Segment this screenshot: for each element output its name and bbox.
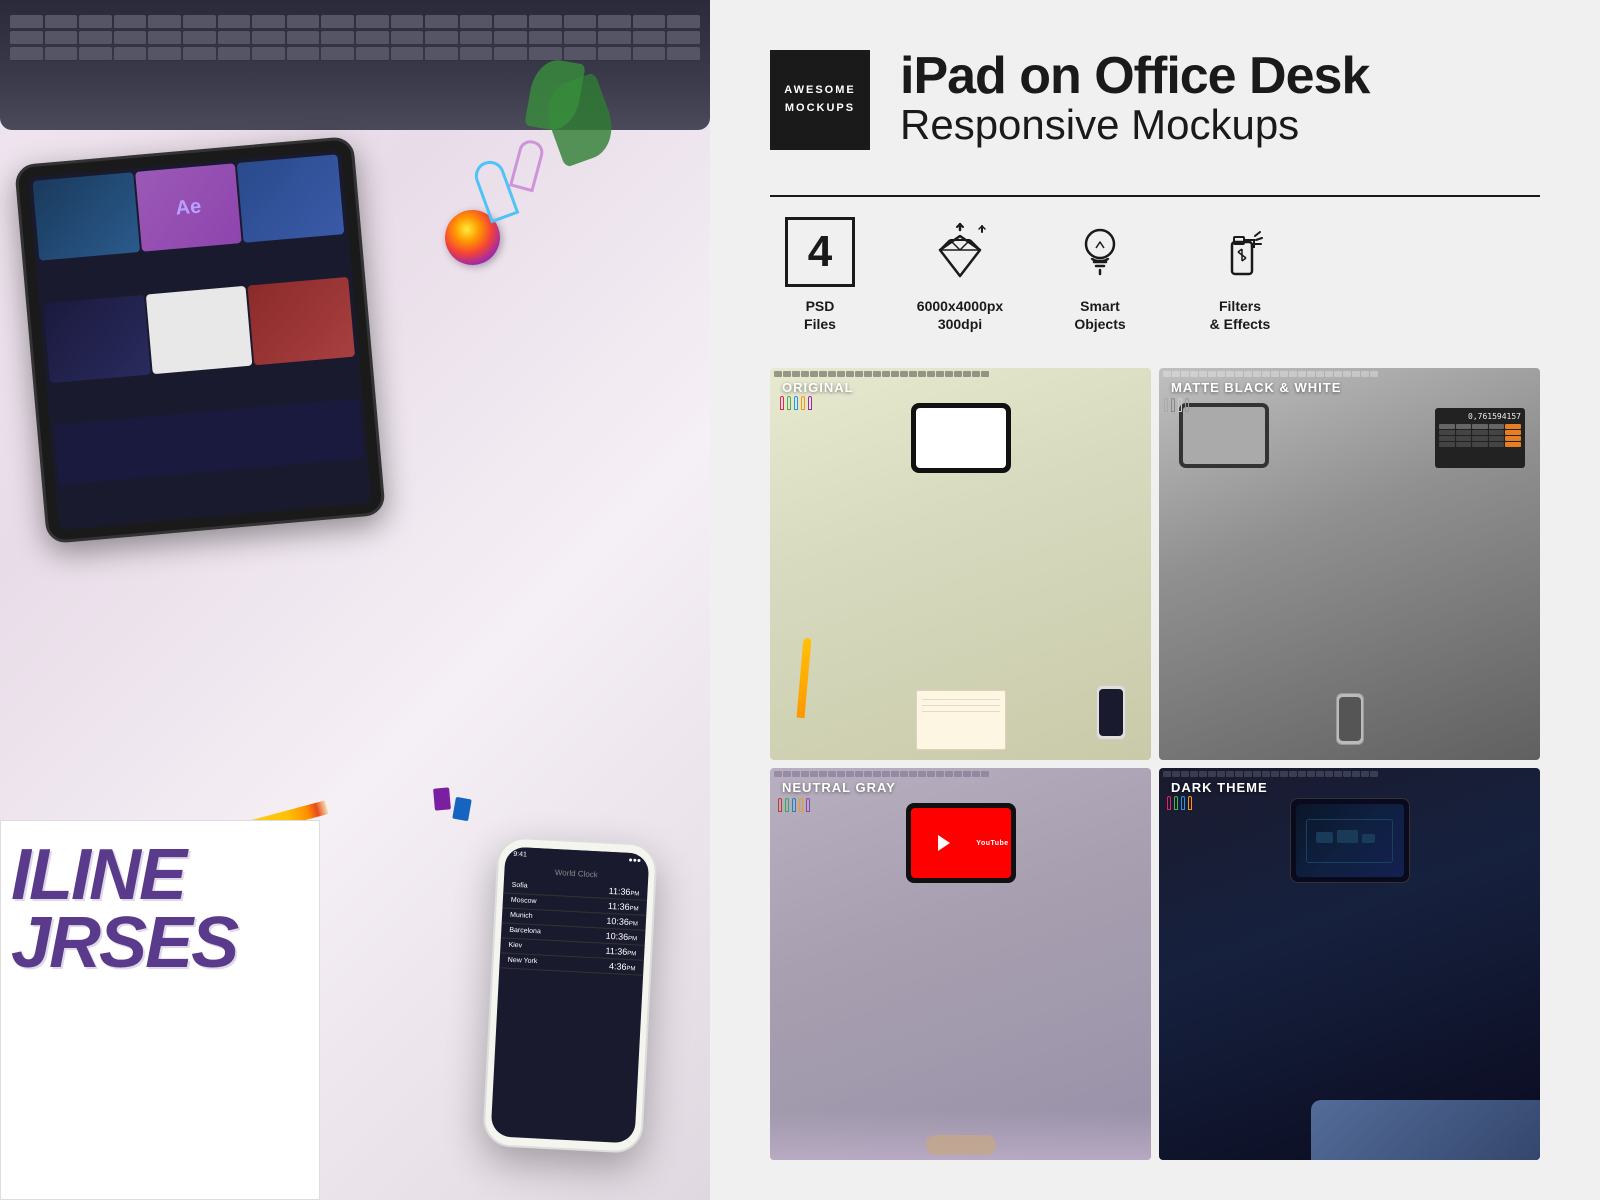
mini-phone-original — [1096, 685, 1126, 740]
phone-mockup: 9:41 ●●● World Clock Sofia 11:36PM Mosco… — [482, 836, 658, 1154]
product-header: AWESOMEMOCKUPS iPad on Office Desk Respo… — [770, 50, 1540, 150]
feature-smart: SmartObjects — [1050, 217, 1150, 333]
feature-smart-label: SmartObjects — [1074, 297, 1125, 333]
preview-dark-label: DARK THEME — [1171, 780, 1268, 795]
product-title-main: iPad on Office Desk — [900, 50, 1540, 102]
feature-filters: Filters& Effects — [1190, 217, 1290, 333]
notepad-decoration: ILINEJRSES — [0, 820, 320, 1200]
bottle-icon — [1205, 217, 1275, 287]
feature-resolution-label: 6000x4000px300dpi — [917, 297, 1003, 333]
preview-grid: ORIGINAL — [770, 368, 1540, 1160]
feature-filters-label: Filters& Effects — [1210, 297, 1271, 333]
left-hero-panel: Ae ILINEJRSES 9:41 ●●● — [0, 0, 710, 1200]
lightbulb-icon — [1065, 217, 1135, 287]
preview-original-label: ORIGINAL — [782, 380, 854, 395]
features-row: 4 PSDFiles — [770, 217, 1540, 333]
diamond-icon — [925, 217, 995, 287]
paperclip-purple — [509, 138, 546, 193]
right-content-panel: AWESOMEMOCKUPS iPad on Office Desk Respo… — [710, 0, 1600, 1200]
psd-number-box: 4 — [785, 217, 855, 287]
feature-psd-label: PSDFiles — [804, 297, 836, 333]
preview-gray-label: NEUTRAL GRAY — [782, 780, 896, 795]
preview-bw: MATTE BLACK & WHITE 0,761594157 — [1159, 368, 1540, 760]
binder-clip-purple — [433, 787, 451, 810]
title-divider — [770, 195, 1540, 197]
ipad-mockup: Ae — [14, 136, 386, 544]
feature-psd: 4 PSDFiles — [770, 217, 870, 333]
preview-dark: DARK THEME — [1159, 768, 1540, 1160]
product-title-sub: Responsive Mockups — [900, 102, 1540, 148]
brand-logo: AWESOMEMOCKUPS — [770, 50, 870, 150]
preview-original: ORIGINAL — [770, 368, 1151, 760]
psd-number: 4 — [808, 230, 832, 274]
preview-bw-label: MATTE BLACK & WHITE — [1171, 380, 1341, 395]
calc-display: 0,761594157 — [1435, 408, 1525, 468]
notepad-text: ILINEJRSES — [11, 841, 309, 978]
preview-gray: NEUTRAL GRAY — [770, 768, 1151, 1160]
feature-resolution: 6000x4000px300dpi — [910, 217, 1010, 333]
binder-clip-blue — [452, 797, 472, 821]
brand-logo-text: AWESOMEMOCKUPS — [784, 82, 855, 117]
product-title-area: iPad on Office Desk Responsive Mockups — [900, 50, 1540, 148]
